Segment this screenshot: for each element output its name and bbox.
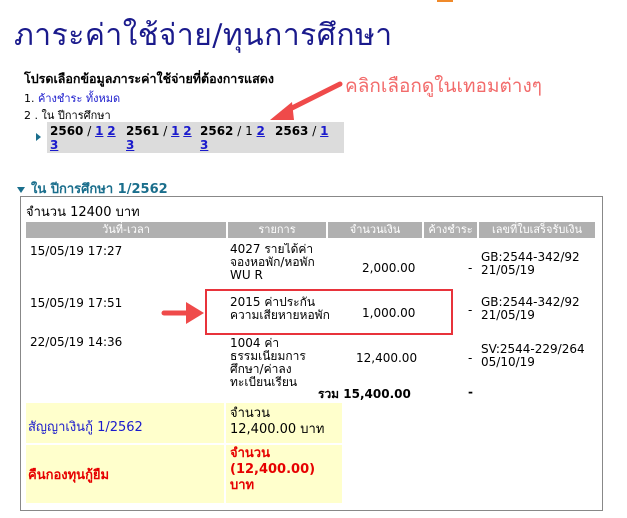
term-year-label: 2562 — [200, 124, 234, 138]
row-item: 4027 รายได้ค่าจองหอพัก/หอพัก WU R — [230, 243, 315, 282]
term-year-label: 2561 — [126, 124, 160, 138]
section-title: ใน ปีการศึกษา 1/2562 — [31, 182, 168, 197]
total-row: รวม 15,400.00 — [318, 385, 411, 404]
row-receipt: GB:2544-342/92 21/05/19 — [481, 250, 580, 277]
row-outstanding: - — [468, 351, 473, 365]
term-2562-1-current: 1 — [245, 124, 253, 138]
option1-number: 1. — [24, 92, 35, 105]
refund-amount: จำนวน (12,400.00) บาท — [230, 446, 315, 494]
header-outstanding: ค้างชำระ — [424, 222, 477, 238]
refund-amount-label: จำนวน — [230, 446, 270, 461]
row-outstanding: - — [468, 261, 473, 275]
loan-amount: จำนวน 12,400.00 บาท — [230, 406, 324, 438]
highlight-arrow-icon — [161, 302, 204, 324]
page-title: ภาระค่าใช้จ่าย/ทุนการศึกษา — [14, 18, 393, 53]
term-2560-3-link[interactable]: 3 — [50, 138, 58, 152]
annotation-arrow-icon — [270, 81, 343, 120]
row-outstanding: - — [468, 303, 473, 317]
term-year-2561: 2561 / 1 2 3 — [123, 122, 197, 153]
term-separator: / — [159, 124, 172, 138]
all-outstanding-link[interactable]: ค้างชำระ ทั้งหมด — [38, 92, 120, 105]
row-amount: 12,400.00 — [356, 351, 418, 365]
term-separator: / — [233, 124, 246, 138]
annotation-text: คลิกเลือกดูในเทอมต่างๆ — [345, 75, 542, 97]
total-label: รวม — [318, 387, 340, 401]
refund-label: คืนกองทุนกู้ยืม — [28, 468, 110, 483]
row-datetime: 15/05/19 17:51 — [30, 296, 123, 310]
term-separator: / — [308, 124, 321, 138]
term-2562-3-link[interactable]: 3 — [200, 138, 208, 152]
term-2561-2-link[interactable]: 2 — [183, 124, 191, 138]
refund-amount-unit: บาท — [230, 478, 255, 493]
top-decoration — [437, 0, 453, 2]
row-datetime: 15/05/19 17:27 — [30, 244, 123, 258]
term-year-2560: 2560 / 1 2 3 — [47, 122, 123, 153]
header-item: รายการ — [228, 222, 326, 238]
term-year-2563: 2563 / 1 — [272, 122, 344, 153]
term-year-label: 2563 — [275, 124, 309, 138]
row-item: 1004 ค่าธรรมเนียมการศึกษา/ค่าลงทะเบียนเร… — [230, 336, 306, 389]
term-separator: / — [83, 124, 96, 138]
collapse-triangle-icon — [17, 186, 25, 193]
row-receipt: GB:2544-342/92 21/05/19 — [481, 295, 580, 322]
term-2560-2-link[interactable]: 2 — [107, 124, 115, 138]
loan-amount-label: จำนวน — [230, 406, 270, 421]
term-2561-3-link[interactable]: 3 — [126, 138, 134, 152]
row-amount: 2,000.00 — [362, 261, 416, 275]
term-year-2562: 2562 / 1 2 3 — [197, 122, 272, 153]
loan-contract-link[interactable]: สัญญาเงินกู้ 1/2562 — [28, 416, 143, 437]
highlight-box — [205, 289, 453, 335]
selection-prompt: โปรดเลือกข้อมูลภาระค่าใช้จ่ายที่ต้องการแ… — [24, 71, 274, 86]
header-datetime: วันที่-เวลา — [26, 222, 226, 238]
term-2562-2-link[interactable]: 2 — [257, 124, 265, 138]
header-receipt: เลขที่ใบเสร็จรับเงิน — [479, 222, 595, 238]
term-2560-1-link[interactable]: 1 — [95, 124, 103, 138]
term-year-label: 2560 — [50, 124, 84, 138]
header-amount: จำนวนเงิน — [328, 222, 422, 238]
row-datetime: 22/05/19 14:36 — [30, 335, 123, 349]
refund-amount-value: (12,400.00) — [230, 462, 316, 477]
option-all-outstanding: 1. ค้างชำระ ทั้งหมด — [24, 89, 120, 107]
term-2561-1-link[interactable]: 1 — [171, 124, 179, 138]
total-outstanding: - — [468, 385, 473, 399]
term-amount: จำนวน 12400 บาท — [26, 205, 140, 220]
term-2563-1-link[interactable]: 1 — [320, 124, 328, 138]
current-year-marker-icon — [36, 133, 41, 141]
loan-amount-value: 12,400.00 บาท — [230, 422, 325, 437]
row-receipt: SV:2544-229/264 05/10/19 — [481, 342, 585, 369]
total-value: 15,400.00 — [343, 387, 411, 401]
